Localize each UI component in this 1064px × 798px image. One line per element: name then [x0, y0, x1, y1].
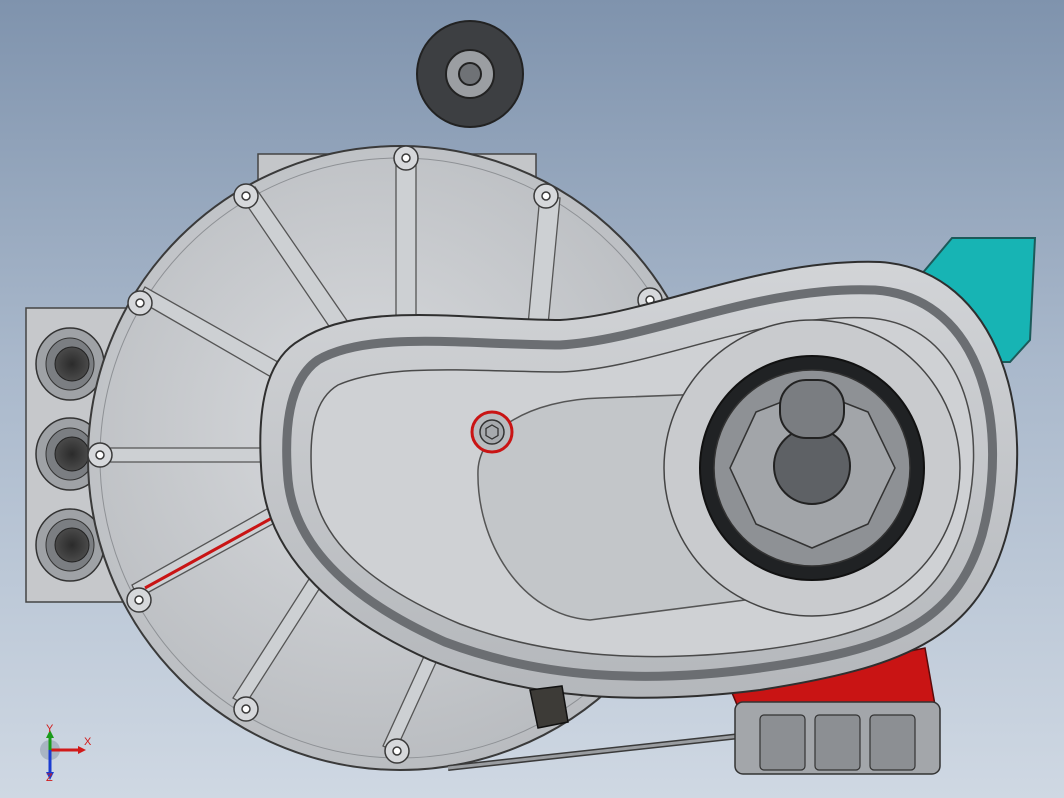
- cad-3d-viewport[interactable]: X Y Z: [0, 0, 1064, 798]
- cover-hex-bolt[interactable]: [470, 410, 514, 454]
- transmission-assembly-model[interactable]: [0, 0, 1064, 798]
- output-shaft-hub[interactable]: [663, 319, 961, 617]
- coordinate-triad[interactable]: X Y Z: [38, 724, 98, 785]
- triad-y-label: Y: [46, 723, 54, 735]
- connector-port-1[interactable]: [35, 327, 105, 401]
- triad-x-label: X: [84, 736, 92, 748]
- triad-z-label: Z: [46, 772, 53, 784]
- rubber-washer[interactable]: [416, 20, 524, 128]
- bottom-clamp-connector[interactable]: [734, 701, 941, 775]
